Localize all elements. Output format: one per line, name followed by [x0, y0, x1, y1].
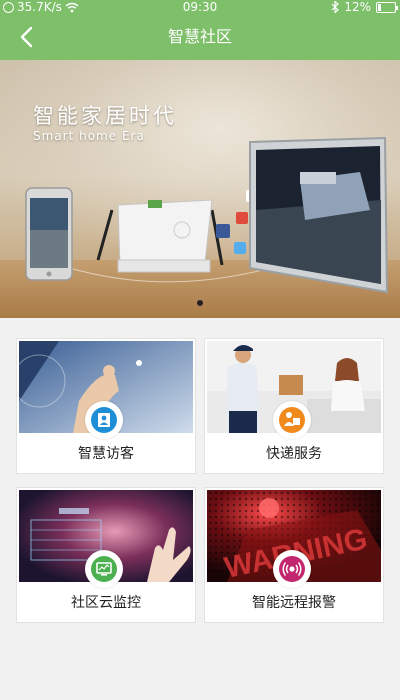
television-image — [249, 136, 389, 294]
banner-subtitle: Smart home Era — [33, 129, 145, 143]
service-label: 快递服务 — [266, 446, 322, 462]
app-header: 35.7K/s 09:30 12% 智慧社区 — [0, 0, 400, 60]
status-bar: 35.7K/s 09:30 12% — [0, 0, 400, 14]
courier-delivery-icon — [273, 401, 311, 439]
back-button[interactable] — [12, 22, 42, 52]
monitor-icon — [85, 550, 123, 588]
visitor-id-icon — [85, 401, 123, 439]
service-label: 智慧访客 — [78, 446, 134, 462]
service-label: 智能远程报警 — [252, 595, 336, 611]
router-image — [96, 199, 224, 273]
battery-icon — [376, 1, 398, 13]
nav-bar: 智慧社区 — [0, 14, 400, 60]
service-card-smart-visitor[interactable]: 智慧访客 — [16, 338, 196, 474]
service-card-cloud-monitoring[interactable]: 社区云监控 — [16, 487, 196, 623]
alarm-signal-icon — [273, 550, 311, 588]
carousel-indicator[interactable] — [197, 300, 203, 306]
service-card-courier[interactable]: 快递服务 — [204, 338, 384, 474]
banner-title: 智能家居时代 — [33, 104, 177, 128]
facebook-icon — [216, 224, 230, 238]
smart-home-illustration — [25, 136, 389, 294]
chevron-left-icon — [20, 26, 33, 48]
smartphone-image — [25, 187, 73, 281]
service-card-remote-alarm[interactable]: WARNING 智能远程报警 — [204, 487, 384, 623]
app-icon — [236, 212, 248, 224]
battery-percent: 12% — [344, 0, 371, 14]
promo-banner[interactable]: 智能家居时代 Smart home Era — [0, 60, 400, 318]
page-title: 智慧社区 — [167, 27, 232, 46]
twitter-icon — [234, 242, 246, 254]
bluetooth-icon — [331, 1, 340, 13]
service-label: 社区云监控 — [71, 595, 141, 611]
